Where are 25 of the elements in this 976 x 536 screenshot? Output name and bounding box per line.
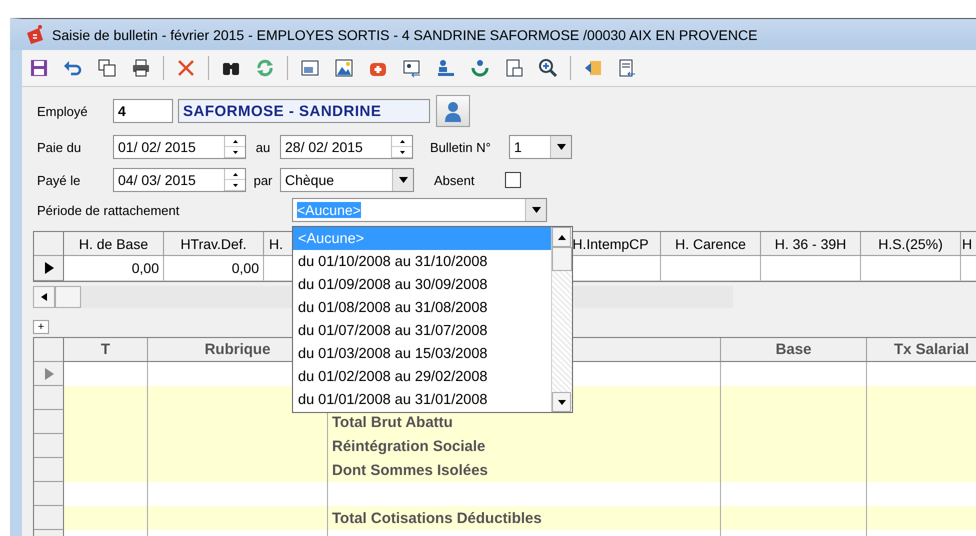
field-label: Payé le [37, 172, 82, 188]
table-cell: Total Cotisations Déductibles [328, 506, 721, 530]
column-header: H. de Base [64, 232, 164, 256]
field-label: Employé [37, 104, 89, 118]
field-label: Paie du [37, 140, 82, 154]
field-label: Période de rattachement [37, 202, 180, 218]
column-header: T [64, 338, 148, 362]
column-header: H [961, 232, 976, 256]
table-cell: Total Brut Abattu [328, 410, 721, 434]
employee-name-field: SAFORMOSE - SANDRINE [178, 99, 430, 123]
column-header: Base [721, 338, 867, 362]
table-cell: Dont Sommes Isolées [328, 458, 721, 482]
field-label: Absent [434, 172, 476, 188]
field-label: au [254, 140, 272, 154]
column-header: Tx Salarial [867, 338, 976, 362]
table-cell: 0,00 [64, 256, 164, 281]
table-cell: 0,00 [164, 256, 264, 281]
field-label: Bulletin N° [430, 140, 492, 154]
window-title: Saisie de bulletin - février 2015 - EMPLOYES SORTIS - 4 SANDRINE SAFORMOSE /00030 AIX EN PROVENCE [52, 26, 758, 42]
field-label: par [252, 172, 274, 188]
column-header: H.S.(25%) [861, 232, 961, 256]
column-header: HTrav.Def. [164, 232, 264, 256]
table-cell: Réintégration Sociale [328, 434, 721, 458]
column-header: H. 36 - 39H [761, 232, 861, 256]
column-header: H. Carence [661, 232, 761, 256]
